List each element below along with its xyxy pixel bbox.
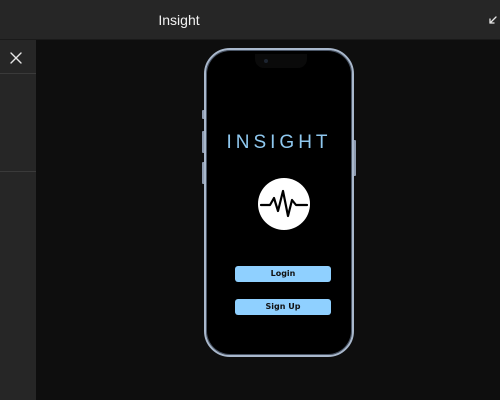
app-title: INSIGHT (226, 132, 332, 153)
login-button[interactable]: Login (235, 266, 331, 282)
camera-icon (264, 59, 268, 63)
sign-up-button[interactable]: Sign Up (235, 299, 331, 315)
sidebar-divider (0, 73, 36, 74)
collapse-arrow-icon[interactable] (486, 13, 498, 27)
phone-screen: INSIGHT Login Sign Up (210, 54, 348, 351)
window-title: Insight (158, 12, 200, 28)
close-button[interactable] (6, 48, 26, 68)
close-icon (10, 52, 22, 64)
heartbeat-pulse-icon (258, 178, 310, 230)
top-bar: Insight (0, 0, 500, 40)
side-panel (0, 40, 36, 400)
sidebar-divider (0, 171, 36, 172)
phone-notch (255, 54, 307, 68)
phone-frame: INSIGHT Login Sign Up (204, 48, 354, 357)
